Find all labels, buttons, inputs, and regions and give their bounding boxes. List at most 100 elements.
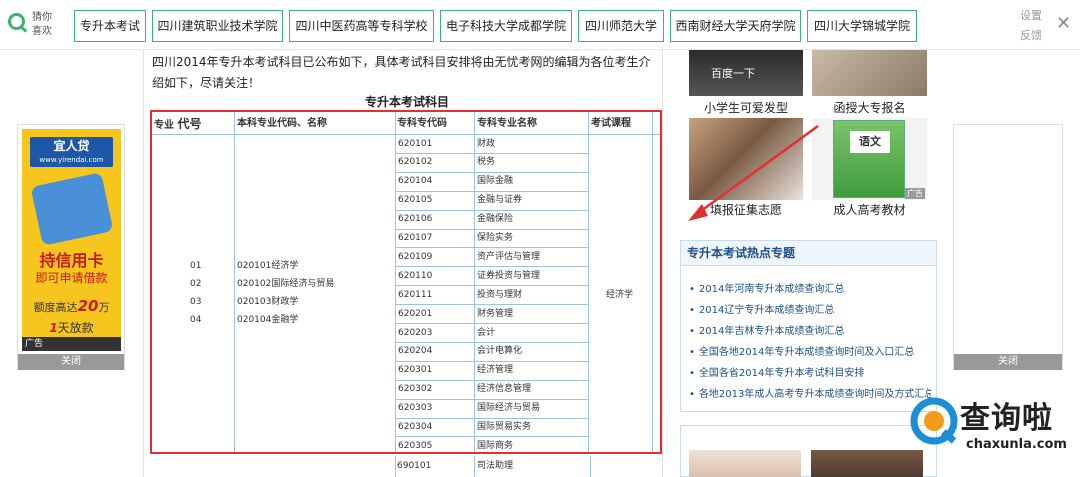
college-major-cell: 国际商务 [477,440,514,451]
college-major-cell: 经济管理 [477,365,514,376]
ad-close-button[interactable]: 关闭 [18,354,124,370]
tag-item[interactable]: 电子科技大学成都学院 [440,10,572,42]
major-code: 01 [190,261,202,271]
hot-topics-panel: 专升本考试热点专题 • 2014年河南专升本成绩查询汇总 • 2014辽宁专升本成绩… [680,240,937,412]
major-code: 04 [190,315,202,325]
college-major-cell: 证券投资与管理 [477,270,541,281]
undergrad-majors: 020101经济学 020102国际经济与贸易 020103财政学 020104… [237,257,334,329]
hot-topic-link[interactable]: • 各地2013年成人高考专升本成绩查询时间及方式汇总 [689,385,931,400]
college-major-cell: 财务管理 [477,308,514,319]
tag-item[interactable]: 四川建筑职业技术学院 [152,10,283,42]
recommend-bar: 猜你喜欢 专升本考试 四川建筑职业技术学院 四川中医药高等专科学校 电子科技大学… [0,0,1080,50]
college-major-cell: 金融保险 [477,214,514,225]
hot-topic-link[interactable]: • 2014年河南专升本成绩查询汇总 [689,280,931,295]
watermark-domain: chaxunla.com [966,437,1067,452]
college-code-cell: 620201 [398,308,433,319]
credit-card-icon [30,172,114,246]
table-gridline [474,456,475,477]
photo-thumbnail[interactable] [689,450,801,477]
ad-url: www.yirendai.com [39,156,104,164]
header-undergrad-major: 本科专业代码、名称 [237,118,327,129]
settings-link[interactable]: 设置 [1014,6,1048,26]
table-gridline [395,112,396,452]
college-major-cell: 投资与理财 [477,289,523,300]
college-major-cell: 会计 [477,327,496,338]
table-gridline [395,456,396,477]
undergrad-major: 020101经济学 [237,261,299,271]
textbook-cover: 语文 [833,120,905,198]
tag-item[interactable]: 四川大学锦城学院 [807,10,917,42]
college-code-cell: 620102 [398,157,433,168]
table-row: 690101 司法助理 [395,456,591,477]
ad-amount: 额度高达20万 [33,297,110,315]
tag-item[interactable]: 四川中医药高等专科学校 [289,10,434,42]
college-code-cell: 620107 [398,233,433,243]
college-code-cell: 620203 [398,327,433,338]
college-code-cell: 620101 [398,138,433,149]
ad-brand-box: 宜人贷 www.yirendai.com [30,137,113,167]
hot-topic-link[interactable]: • 2014年吉林专升本成绩查询汇总 [689,322,931,337]
hot-topic-link[interactable]: • 2014辽宁专升本成绩查询汇总 [689,301,931,316]
table-gridline [652,112,653,452]
ad-headline: 持信用卡 [39,251,104,270]
major-code: 03 [190,297,202,307]
college-major-cell: 会计电算化 [477,346,523,357]
college-major-cell: 资产评估与管理 [477,251,541,262]
article-intro: 四川2014年专升本考试科目已公布如下，具体考试科目安排将由无忧考网的编辑为各位… [152,55,651,90]
image-caption[interactable]: 小学生可爱发型 [689,99,803,116]
header-exam-course: 考试课程 [591,118,631,129]
college-code-cell: 620304 [398,422,433,432]
table-gridline [590,456,591,477]
ad-speed: 1天放款 [49,321,94,335]
college-code-cell: 690101 [397,461,432,471]
college-code-cell: 620106 [398,214,433,225]
ad-subline: 即可申请借款 [35,271,108,285]
right-ad-banner[interactable]: 关闭 [953,124,1063,370]
image-caption[interactable]: 函授大专报名 [812,99,927,116]
college-code-cell: 620204 [398,346,433,357]
college-major-cell: 国际经济与贸易 [477,403,541,414]
certificate-thumbnail[interactable] [812,50,927,96]
table-title: 专升本考试科目 [364,95,449,109]
ad-brand: 宜人贷 [53,139,90,153]
table-gridline [234,112,235,452]
header-college-code: 专科专代码 [397,118,447,129]
baidu-search-label: 百度一下 [711,67,755,80]
college-major-cell: 国际金融 [477,176,514,187]
left-ad-banner[interactable]: 宜人贷 www.yirendai.com 持信用卡 即可申请借款 额度高达20万… [17,124,125,370]
ad-close-button[interactable]: 关闭 [954,354,1062,370]
exam-subject-table: 专业 代号 本科专业代码、名称 专科专代码 专科专业名称 考试课程 01 02 … [150,110,662,454]
college-major-cell: 保险实务 [477,233,514,243]
hairstyle-thumbnail[interactable]: 百度一下 [689,50,803,96]
tag-item[interactable]: 西南财经大学天府学院 [670,10,801,42]
header-college-major: 专科专业名称 [477,118,537,129]
hot-topic-link[interactable]: • 全国各地2014年专升本成绩查询时间及入口汇总 [689,343,931,358]
major-code: 02 [190,279,202,289]
feedback-link[interactable]: 反馈 [1014,26,1048,46]
header-major-code: 专业 代号 [154,117,202,131]
college-major-cell: 金融与证券 [477,195,523,206]
watermark-name: 查询啦 [960,401,1053,436]
close-icon[interactable]: ✕ [1056,13,1071,34]
guess-logo-icon [8,13,25,30]
chaxunla-watermark: 查询啦 chaxunla.com [906,385,1076,477]
college-code-cell: 620305 [398,440,433,451]
table-gridline [474,112,475,452]
hot-topics-title: 专升本考试热点专题 [681,241,936,266]
table-gridline [588,112,589,452]
tag-item[interactable]: 专升本考试 [74,10,146,42]
tag-item[interactable]: 四川师范大学 [578,10,664,42]
major-codes: 01 02 03 04 [190,257,220,329]
ad-badge: 广告 [905,188,925,199]
undergrad-major: 020103财政学 [237,297,299,307]
college-code-cell: 620104 [398,176,433,187]
hot-topic-link[interactable]: • 全国各省2014年专升本考试科目安排 [689,364,931,379]
college-major-cell: 税务 [477,157,496,168]
college-major-cell: 司法助理 [477,461,514,471]
college-major-cell: 经济信息管理 [477,384,532,395]
magnifier-logo-icon [910,397,958,445]
undergrad-major: 020102国际经济与贸易 [237,279,335,289]
topbar-actions: 设置 反馈 [1014,6,1048,46]
ad-creative: 宜人贷 www.yirendai.com 持信用卡 即可申请借款 额度高达20万… [22,129,121,351]
college-code-cell: 620110 [398,270,433,281]
